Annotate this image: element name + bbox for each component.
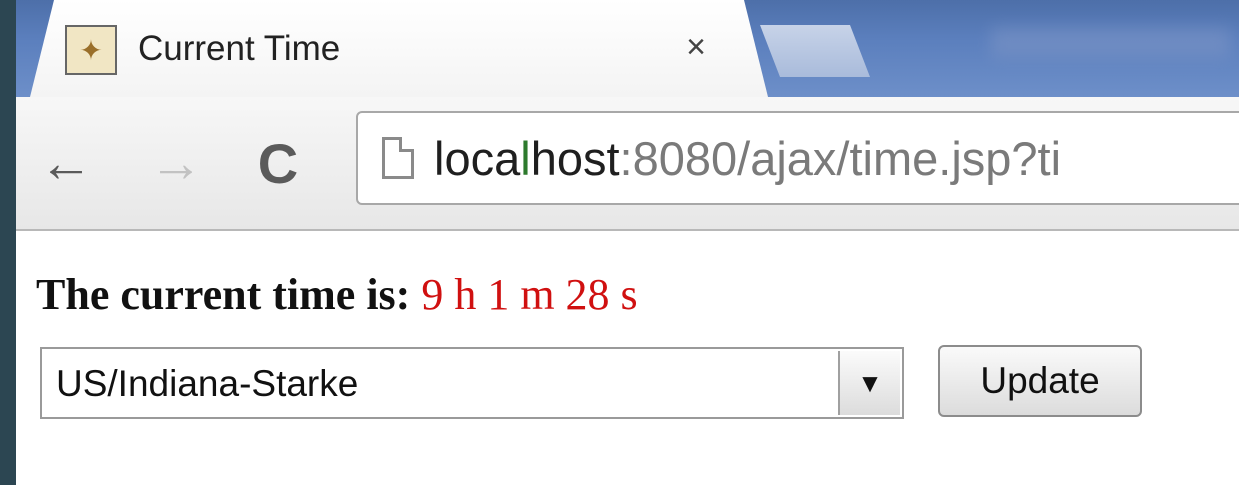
timezone-select[interactable]: US/Indiana-Starke ▼: [40, 347, 904, 419]
chevron-down-icon[interactable]: ▼: [838, 351, 900, 415]
browser-window: ✦ Current Time × ← → C localhost:8080/aj…: [16, 0, 1239, 485]
desktop-backdrop-strip: [0, 60, 16, 485]
tomcat-favicon-icon: ✦: [65, 25, 117, 75]
tab-title: Current Time: [138, 29, 341, 68]
timezone-selected-value: US/Indiana-Starke: [56, 363, 359, 404]
url-text[interactable]: localhost:8080/ajax/time.jsp?ti: [434, 131, 1061, 186]
time-label: The current time is:: [36, 270, 411, 319]
blurred-region: [991, 28, 1231, 58]
page-content: The current time is: 9 h 1 m 28 s US/Ind…: [16, 231, 1239, 485]
new-tab-button[interactable]: [760, 25, 870, 77]
forward-button[interactable]: →: [146, 133, 206, 193]
url-host-highlight: l: [520, 132, 531, 185]
browser-toolbar: ← → C localhost:8080/ajax/time.jsp?ti: [16, 97, 1239, 231]
reload-button[interactable]: C: [248, 132, 308, 195]
tab-close-button[interactable]: ×: [674, 25, 718, 69]
url-path: :8080/ajax/time.jsp?ti: [619, 132, 1062, 185]
back-button[interactable]: ←: [36, 133, 96, 193]
tab-strip: ✦ Current Time ×: [16, 0, 1239, 97]
address-bar[interactable]: localhost:8080/ajax/time.jsp?ti: [356, 111, 1239, 205]
url-host: localhost: [434, 132, 620, 185]
url-host-part: loca: [434, 132, 521, 185]
time-value: 9 h 1 m 28 s: [421, 270, 638, 319]
current-time-line: The current time is: 9 h 1 m 28 s: [36, 269, 638, 320]
page-icon: [382, 137, 414, 179]
update-button[interactable]: Update: [938, 345, 1142, 417]
url-host-part: host: [530, 132, 620, 185]
